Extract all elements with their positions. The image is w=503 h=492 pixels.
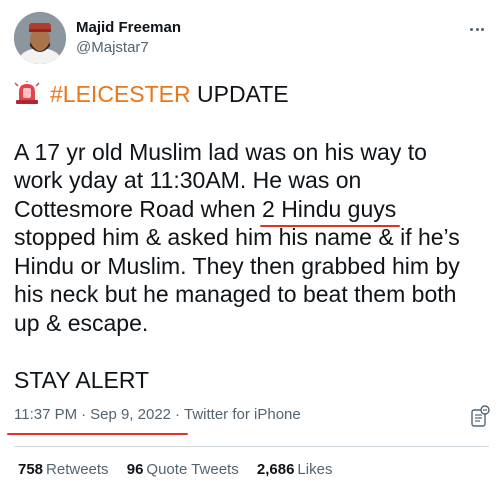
tweet-body-line: work yday at 11:30AM. He was on [14,167,362,193]
tweet-body-line: his neck but he managed to beat them bot… [14,281,457,307]
quote-tweets-label: Quote Tweets [146,461,239,478]
tweet-closing: STAY ALERT [14,367,150,393]
more-options-icon[interactable] [465,20,489,38]
headline-text: UPDATE [190,81,289,107]
quote-tweets-count: 96 [126,461,144,478]
likes-label: Likes [297,461,333,478]
avatar[interactable] [14,12,66,64]
tweet-body-text: Cottesmore Road when [14,195,263,222]
author-handle[interactable]: @Majstar7 [76,38,181,58]
tweet-date[interactable]: Sep 9, 2022 [90,406,171,423]
retweets-label: Retweets [46,461,109,478]
tweet-body-line: Cottesmore Road when 2 Hindu guys [14,195,494,224]
quote-tweets-stat[interactable]: 96 Quote Tweets [127,460,239,480]
meta-separator: · [81,406,87,423]
highlighted-phrase: 2 Hindu guys [262,195,397,222]
engagement-stats: 758 Retweets 96 Quote Tweets 2,686 Likes [18,460,346,480]
tweet-body-line: stopped him & asked him his name & if he… [14,224,460,250]
hashtag-link[interactable]: #LEICESTER [50,81,191,107]
tweet-source[interactable]: Twitter for iPhone [184,406,301,423]
tweet-body-line: A 17 yr old Muslim lad was on his way to [14,138,427,165]
tweet-header: Majid Freeman @Majstar7 [14,12,489,68]
tweet-text: #LEICESTER UPDATE A 17 yr old Muslim lad… [14,80,494,395]
retweets-count: 758 [18,461,44,478]
tweet-body-line: Hindu or Muslim. They then grabbed him b… [14,252,460,279]
retweets-stat[interactable]: 758 Retweets [18,460,109,480]
author-display-name[interactable]: Majid Freeman [76,18,181,38]
tweet-time[interactable]: 11:37 PM [14,406,77,423]
meta-separator: · [175,406,180,423]
police-car-light-icon [14,81,40,104]
tweet-headline: #LEICESTER UPDATE [14,80,494,109]
tweet-metadata: 11:37 PM · Sep 9, 2022 · Twitter for iPhone [14,405,301,425]
likes-count: 2,686 [256,461,295,478]
analytics-icon[interactable] [470,404,490,428]
divider [14,446,489,447]
tweet-body-line: up & escape. [14,309,149,336]
annotation-underline [7,433,188,435]
likes-stat[interactable]: 2,686 Likes [257,460,333,480]
